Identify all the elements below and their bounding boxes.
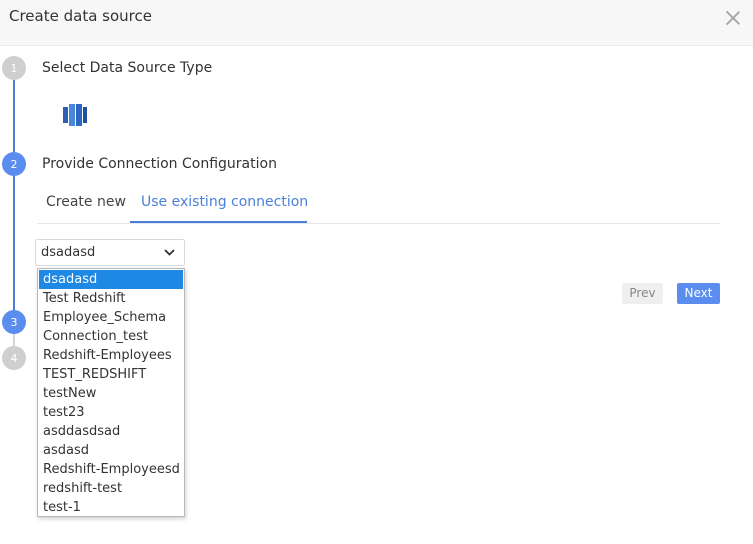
tab-use-existing-connection[interactable]: Use existing connection: [141, 194, 308, 210]
dialog-title: Create data source: [9, 7, 152, 25]
dropdown-option[interactable]: Connection_test: [39, 327, 183, 346]
next-button[interactable]: Next: [677, 283, 720, 304]
step-4-circle: 4: [2, 346, 26, 370]
dropdown-option[interactable]: test23: [39, 403, 183, 422]
dropdown-option[interactable]: Employee_Schema: [39, 308, 183, 327]
dropdown-option[interactable]: TEST_REDSHIFT: [39, 365, 183, 384]
prev-button[interactable]: Prev: [622, 283, 663, 304]
dropdown-option[interactable]: Redshift-Employees: [39, 346, 183, 365]
step-1-label: Select Data Source Type: [42, 60, 213, 76]
tab-create-new[interactable]: Create new: [46, 194, 126, 210]
active-tab-indicator: [130, 221, 307, 223]
stepper-line-active: [13, 80, 15, 322]
dropdown-option[interactable]: test-1: [39, 498, 183, 517]
redshift-icon: [63, 104, 87, 126]
dropdown-option[interactable]: asddasdsad: [39, 422, 183, 441]
connection-select-value: dsadasd: [41, 245, 96, 260]
dropdown-option[interactable]: Redshift-Employeesd: [39, 460, 183, 479]
dropdown-option[interactable]: redshift-test: [39, 479, 183, 498]
dropdown-option[interactable]: dsadasd: [39, 270, 183, 289]
close-icon[interactable]: [725, 10, 741, 26]
connection-tabs: Create new Use existing connection: [37, 186, 720, 224]
connection-select[interactable]: dsadasd: [35, 239, 185, 266]
step-2-label: Provide Connection Configuration: [42, 156, 277, 172]
chevron-down-icon: [164, 249, 175, 256]
step-3-circle: 3: [2, 310, 26, 334]
step-2-circle: 2: [2, 152, 26, 176]
dialog-header: Create data source: [0, 0, 753, 46]
step-1-circle: 1: [2, 56, 26, 80]
dropdown-option[interactable]: asdasd: [39, 441, 183, 460]
dropdown-option[interactable]: Test Redshift: [39, 289, 183, 308]
connection-dropdown-list: dsadasd Test Redshift Employee_Schema Co…: [37, 268, 185, 517]
dropdown-option[interactable]: testNew: [39, 384, 183, 403]
